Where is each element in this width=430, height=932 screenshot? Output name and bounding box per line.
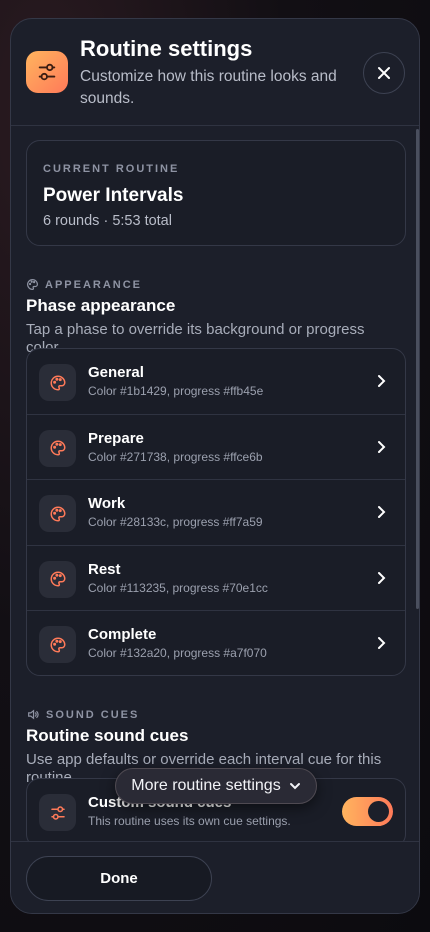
scrollbar[interactable] [416,129,419,609]
phase-name: Prepare [88,429,144,447]
chevron-down-icon [289,783,300,790]
chevron-right-icon [378,440,386,453]
palette-icon [27,279,38,290]
phase-name: Work [88,495,126,513]
done-button[interactable]: Done [26,856,212,901]
palette-icon [39,495,76,533]
cue-detail: This routine uses its own cue settings. [88,814,291,828]
routine-meta: 6 rounds · 5:53 total [43,213,172,229]
phase-list: General Color #1b1429, progress #ffb45e … [26,348,406,676]
phase-item-complete[interactable]: Complete Color #132a20, progress #a7f070 [27,611,405,675]
phase-name: General [88,364,144,381]
phase-item-general[interactable]: General Color #1b1429, progress #ffb45e [27,349,405,415]
phase-detail: Color #113235, progress #70e1cc [88,580,268,595]
custom-sound-cues-toggle[interactable] [342,797,393,826]
chevron-right-icon [378,571,386,584]
sheet-header: Routine settings Customize how this rout… [11,19,419,126]
close-icon [378,67,390,79]
sound-eyebrow-label: SOUND CUES [46,708,140,721]
phase-item-rest[interactable]: Rest Color #113235, progress #70e1cc [27,546,405,612]
page-title: Routine settings [80,36,253,61]
phase-name: Complete [88,626,157,644]
palette-icon [39,364,76,401]
sound-eyebrow: SOUND CUES [26,708,139,721]
current-routine-card: CURRENT ROUTINE Power Intervals 6 rounds… [26,140,406,246]
palette-icon [39,429,76,467]
sliders-icon [26,51,68,93]
chevron-right-icon [378,506,386,519]
more-routine-settings-label: More routine settings [131,777,281,794]
page-subtitle: Customize how this routine looks and sou… [80,68,337,107]
more-routine-settings-button[interactable]: More routine settings [115,768,317,804]
phase-item-work[interactable]: Work Color #28133c, progress #ff7a59 [27,480,405,546]
phase-detail: Color #28133c, progress #ff7a59 [88,515,263,530]
sheet-footer: Done [11,841,419,913]
palette-icon [39,560,76,598]
chevron-right-icon [378,375,386,387]
palette-icon [39,626,76,664]
toggle-knob [368,801,389,822]
routine-name: Power Intervals [43,185,184,206]
chevron-right-icon [378,637,386,650]
phase-item-prepare[interactable]: Prepare Color #271738, progress #ffce6b [27,415,405,481]
appearance-eyebrow: APPEARANCE [26,278,142,291]
phase-detail: Color #271738, progress #ffce6b [88,449,263,464]
speaker-icon [28,709,39,720]
appearance-title: Phase appearance [26,296,176,315]
appearance-eyebrow-label: APPEARANCE [45,278,143,291]
sliders-icon [39,794,76,831]
sound-title: Routine sound cues [26,726,189,745]
phase-name: Rest [88,560,121,578]
current-routine-eyebrow: CURRENT ROUTINE [43,163,180,175]
settings-scroll-area[interactable]: CURRENT ROUTINE Power Intervals 6 rounds… [11,126,419,841]
routine-settings-sheet: Routine settings Customize how this rout… [10,18,420,914]
phase-detail: Color #1b1429, progress #ffb45e [88,384,264,398]
phase-detail: Color #132a20, progress #a7f070 [88,646,267,661]
close-button[interactable] [363,52,405,94]
